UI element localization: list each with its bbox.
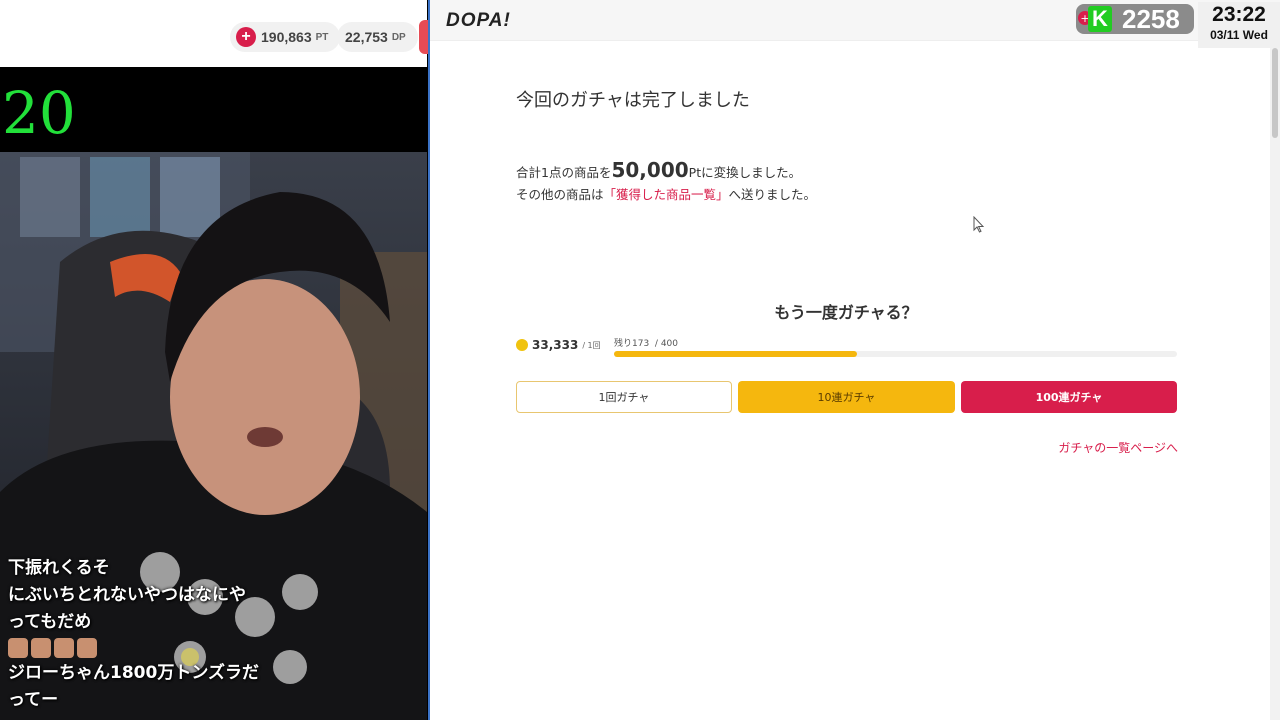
scrollbar[interactable]	[1270, 40, 1280, 720]
k-counter-value: 2258	[1122, 4, 1180, 34]
converted-amount: 50,000	[611, 158, 689, 182]
stream-counter: 20	[2, 79, 76, 147]
chat-line: ジローちゃん1800万トンズラだ	[8, 663, 259, 683]
plus-icon: +	[236, 27, 256, 47]
site-logo[interactable]: DOPA!	[446, 10, 511, 32]
chat-line: ってもだめ	[8, 612, 92, 632]
price-per: / 1回	[582, 340, 601, 350]
chat-line: ってー	[8, 690, 59, 710]
conversion-prefix: 合計1点の商品を	[516, 165, 612, 180]
emote-icon	[31, 638, 51, 658]
emote-icon	[8, 638, 28, 658]
price-amount: 33,333	[532, 338, 579, 352]
clock-overlay: 23:22 03/11 Wed	[1198, 2, 1280, 48]
points-value: 190,863	[261, 29, 312, 45]
acquired-items-link[interactable]: 「獲得した商品一覧」	[604, 187, 729, 202]
points-bar: + 190,863 PT 22,753 DP	[0, 0, 429, 67]
remaining-total: / 400	[654, 339, 678, 349]
conversion-suffix: に変換しました。	[701, 165, 802, 180]
gacha-1-button[interactable]: 1回ガチャ	[516, 381, 732, 413]
sent-prefix: その他の商品は	[516, 187, 604, 202]
gacha-list-link[interactable]: ガチャの一覧ページへ	[1058, 439, 1178, 456]
sent-suffix: へ送りました。	[728, 187, 817, 202]
conversion-message: 合計1点の商品を50,000Ptに変換しました。	[516, 158, 801, 182]
dp-value: 22,753	[345, 29, 388, 45]
clock-date: 03/11 Wed	[1210, 28, 1268, 42]
webcam-feed: 下振れくるそ にぶいちとれないやつはなにや ってもだめ ジローちゃん1800万ト…	[0, 152, 427, 720]
clock-time: 23:22	[1212, 3, 1266, 26]
points-badge[interactable]: + 190,863 PT	[230, 22, 341, 52]
price-per-pull: 33,333 / 1回	[516, 338, 601, 352]
chat-line: 下振れくるそ	[8, 558, 110, 578]
converted-unit: Pt	[688, 165, 702, 180]
emote-icon	[54, 638, 74, 658]
chat-overlay: 下振れくるそ にぶいちとれないやつはなにや ってもだめ ジローちゃん1800万ト…	[8, 555, 308, 714]
remaining-progress-fill	[614, 351, 858, 357]
remaining-count: 残り173 / 400	[614, 336, 678, 349]
page-title: 今回のガチャは完了しました	[516, 90, 750, 111]
sent-message: その他の商品は「獲得した商品一覧」へ送りました。	[516, 184, 816, 203]
mouse-cursor-icon	[973, 216, 985, 233]
remaining-progress-bar	[614, 351, 1177, 357]
chat-emotes	[8, 636, 308, 660]
coin-icon	[516, 339, 528, 351]
points-unit: PT	[315, 31, 329, 43]
k-logo-icon: K	[1088, 6, 1112, 32]
remaining-label: 残り173	[614, 339, 650, 349]
k-counter-overlay: + K 2258	[1076, 4, 1194, 34]
gacha-100-button[interactable]: 100連ガチャ	[961, 381, 1177, 413]
browser-window: DOPA! 今回のガチャは完了しました 合計1点の商品を50,000Ptに変換し…	[428, 0, 1280, 720]
scrollbar-thumb[interactable]	[1272, 48, 1278, 138]
dp-unit: DP	[391, 31, 406, 43]
gacha-again-heading: もう一度ガチャる？	[774, 303, 918, 322]
chat-line: にぶいちとれないやつはなにや	[8, 585, 246, 605]
gacha-10-button[interactable]: 10連ガチャ	[738, 381, 955, 413]
emote-icon	[77, 638, 97, 658]
dp-badge[interactable]: 22,753 DP	[337, 22, 418, 52]
